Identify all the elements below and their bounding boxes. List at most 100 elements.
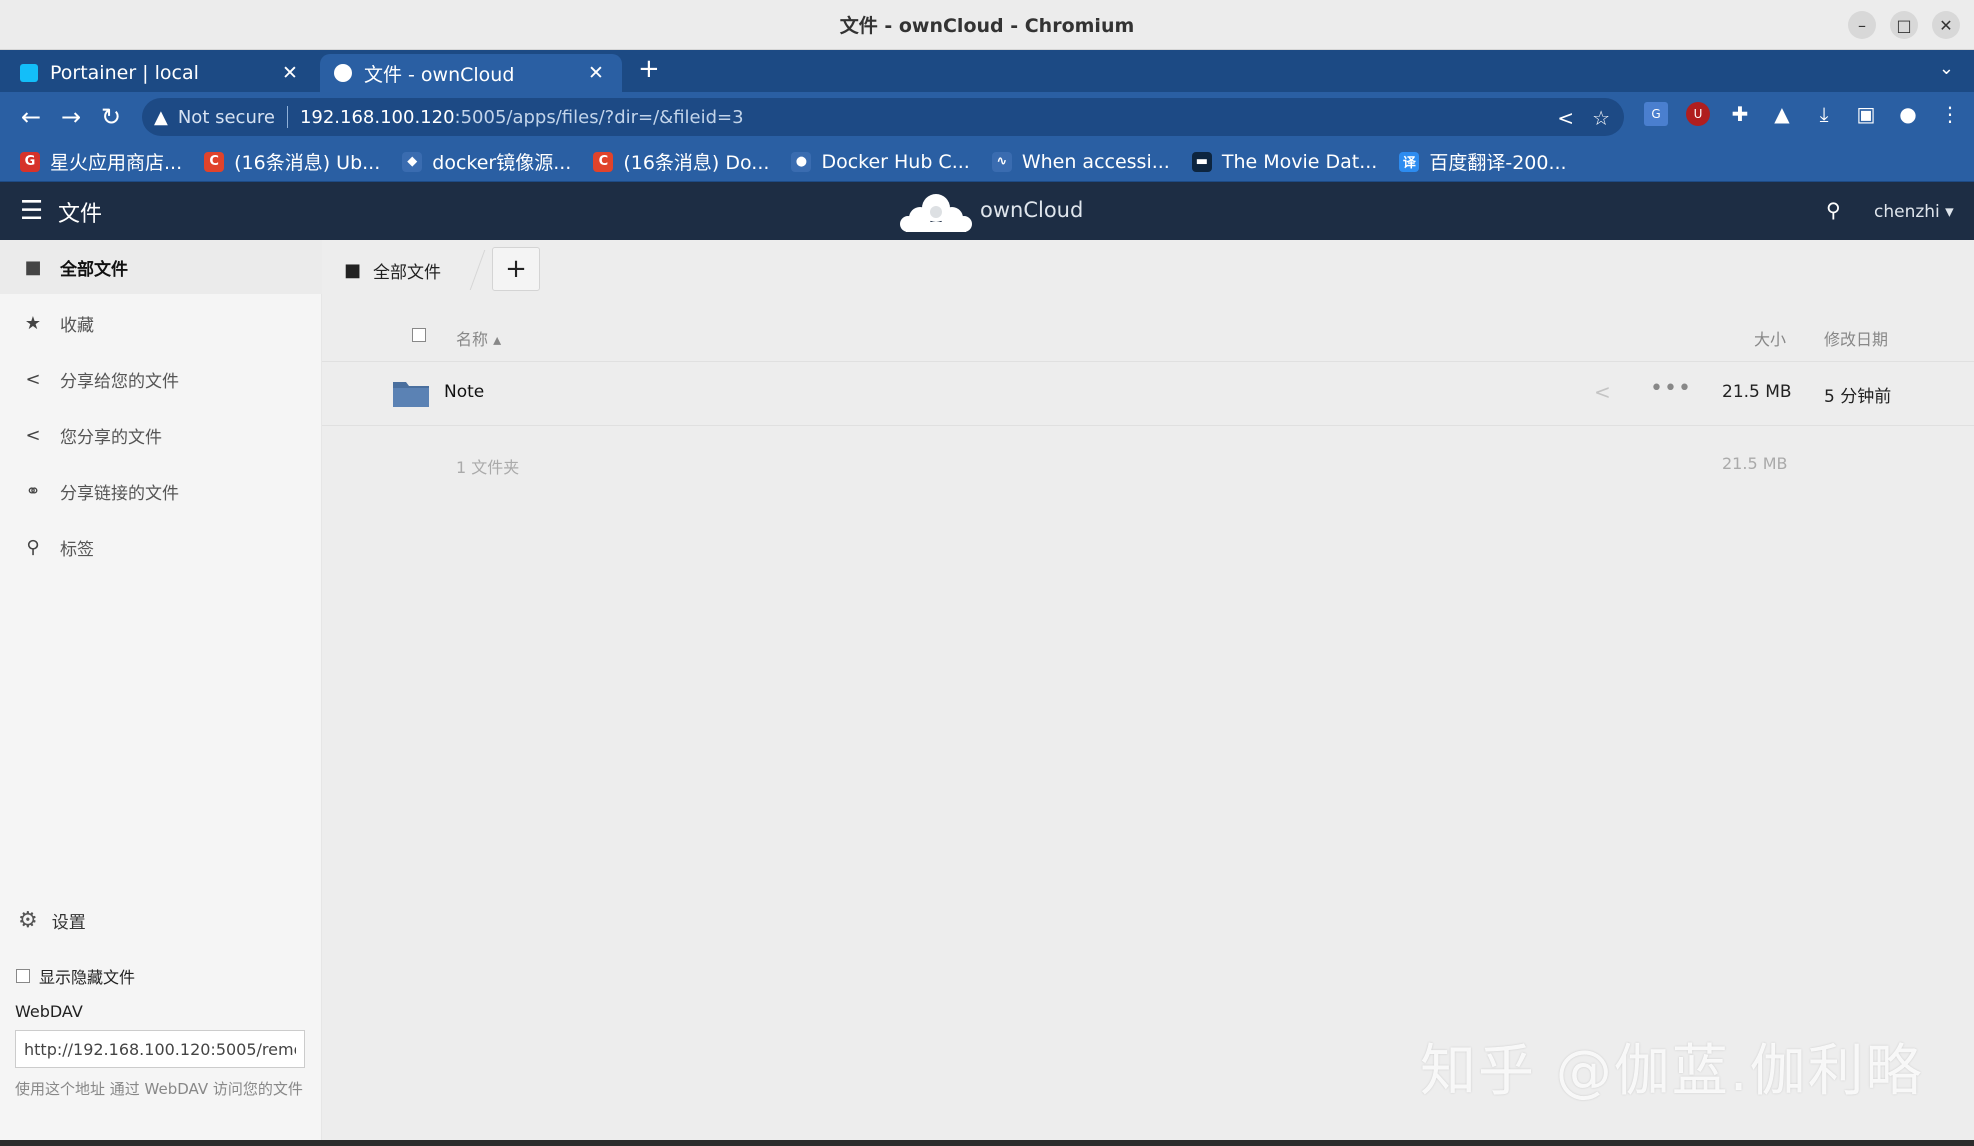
bookmark-icon: ◆ bbox=[402, 151, 423, 172]
bookmark-icon: G bbox=[20, 151, 40, 172]
sidebar: ■ 全部文件 ★ 收藏 < 分享给您的文件 < 您分享的文件 ⚭ 分享链接的文件… bbox=[0, 240, 322, 1140]
warning-icon[interactable]: ▲ bbox=[154, 107, 168, 128]
app-name[interactable]: 文件 bbox=[58, 196, 102, 228]
bookmark-item[interactable]: ▬ The Movie Dat... bbox=[1191, 150, 1378, 173]
bookmark-icon: C bbox=[593, 151, 614, 172]
folder-icon bbox=[393, 382, 429, 407]
link-icon: ⚭ bbox=[25, 480, 41, 502]
owncloud-logo-icon bbox=[900, 194, 972, 232]
show-hidden-checkbox[interactable] bbox=[16, 969, 30, 983]
file-name[interactable]: Note bbox=[444, 382, 484, 402]
settings-label: 设置 bbox=[51, 913, 86, 933]
add-new-button[interactable]: + bbox=[492, 247, 540, 291]
sidebar-item-tags[interactable]: ⚲ 标签 bbox=[0, 520, 322, 574]
bookmark-item[interactable]: C (16条消息) Do... bbox=[593, 148, 769, 175]
close-window-button[interactable]: ✕ bbox=[1932, 11, 1960, 39]
tab-strip: Portainer | local ✕ 文件 - ownCloud ✕ bbox=[0, 50, 1974, 92]
address-bar[interactable]: ▲ Not secure 192.168.100.120:5005/apps/f… bbox=[142, 98, 1624, 136]
tab-owncloud[interactable]: 文件 - ownCloud ✕ bbox=[320, 54, 622, 92]
user-menu[interactable]: chenzhi ▾ bbox=[1874, 202, 1954, 222]
bookmark-item[interactable]: C (16条消息) Ub... bbox=[204, 148, 380, 175]
bookmark-label: 百度翻译-200... bbox=[1429, 152, 1567, 174]
show-hidden-label: 显示隐藏文件 bbox=[39, 968, 136, 987]
forward-button[interactable]: → bbox=[56, 102, 86, 132]
omnibox-actions: < ☆ bbox=[1557, 106, 1610, 130]
bookmark-icon: C bbox=[204, 151, 225, 172]
portainer-favicon-icon bbox=[20, 64, 38, 82]
webdav-url-field[interactable] bbox=[15, 1030, 305, 1068]
url-path: :5005/apps/files/?dir=/&fileid=3 bbox=[454, 106, 744, 128]
table-header: 名称 ▴ 大小 修改日期 bbox=[322, 312, 1974, 362]
bookmark-label: The Movie Dat... bbox=[1221, 150, 1378, 173]
column-name-header[interactable]: 名称 ▴ bbox=[456, 326, 501, 350]
minimize-button[interactable]: – bbox=[1848, 11, 1876, 39]
sidebar-item-shared-with-others[interactable]: < 您分享的文件 bbox=[0, 408, 322, 462]
share-icon[interactable]: < bbox=[1557, 106, 1574, 130]
sidebar-item-shared-with-you[interactable]: < 分享给您的文件 bbox=[0, 352, 322, 406]
bookmark-star-icon[interactable]: ☆ bbox=[1592, 106, 1610, 130]
bookmarks-bar: G 星火应用商店... C (16条消息) Ub... ◆ docker镜像源... … bbox=[0, 142, 1974, 182]
file-list-area: ■ 全部文件 + 名称 ▴ 大小 修改日期 Note < ••• 21.5 MB… bbox=[322, 240, 1974, 1140]
table-row[interactable]: Note < ••• 21.5 MB 5 分钟前 bbox=[322, 362, 1974, 426]
summary-count: 1 文件夹 bbox=[456, 458, 520, 477]
webdav-hint: 使用这个地址 通过 WebDAV 访问您的文件 bbox=[15, 1080, 303, 1098]
bookmark-item[interactable]: G 星火应用商店... bbox=[20, 148, 182, 175]
more-actions-icon[interactable]: ••• bbox=[1650, 376, 1692, 401]
bookmark-label: (16条消息) Do... bbox=[623, 152, 770, 174]
translate-icon[interactable]: G bbox=[1644, 102, 1668, 126]
bookmark-icon: ∿ bbox=[991, 151, 1012, 172]
address-separator bbox=[286, 106, 288, 128]
new-tab-button[interactable]: + bbox=[638, 54, 660, 84]
maximize-button[interactable]: □ bbox=[1890, 11, 1918, 39]
bookmark-item[interactable]: ● Docker Hub C... bbox=[791, 150, 970, 173]
bookmark-label: When accessi... bbox=[1021, 150, 1170, 173]
brand-name: ownCloud bbox=[980, 198, 1084, 222]
sidebar-item-label: 收藏 bbox=[60, 315, 94, 336]
sidebar-item-favorites[interactable]: ★ 收藏 bbox=[0, 296, 322, 350]
close-tab-icon[interactable]: ✕ bbox=[278, 62, 302, 84]
watermark: 知乎 @伽蓝.伽利略 bbox=[1420, 1039, 1924, 1104]
search-icon[interactable]: ⚲ bbox=[1826, 198, 1841, 222]
column-date-header[interactable]: 修改日期 bbox=[1824, 326, 1888, 350]
bookmark-item[interactable]: 译百度翻译-200... bbox=[1399, 148, 1567, 175]
tab-search-icon[interactable]: ⌄ bbox=[1939, 58, 1954, 79]
tag-search-icon: ⚲ bbox=[26, 536, 40, 558]
bookmark-item[interactable]: ◆ docker镜像源... bbox=[402, 148, 571, 175]
ublock-icon[interactable]: U bbox=[1686, 102, 1710, 126]
file-size: 21.5 MB bbox=[1722, 382, 1792, 402]
profile-icon[interactable]: ● bbox=[1896, 102, 1920, 126]
flask-icon[interactable]: ▲ bbox=[1770, 102, 1794, 126]
browser-menu-icon[interactable]: ⋮ bbox=[1938, 102, 1962, 126]
star-icon: ★ bbox=[24, 312, 42, 334]
bookmark-label: Docker Hub C... bbox=[821, 150, 970, 173]
sidebar-item-all-files[interactable]: ■ 全部文件 bbox=[0, 240, 322, 294]
sidebar-item-label: 分享给您的文件 bbox=[60, 371, 179, 392]
tab-portainer[interactable]: Portainer | local ✕ bbox=[6, 54, 316, 92]
gear-icon: ⚙ bbox=[18, 908, 38, 933]
sidebar-item-shared-by-link[interactable]: ⚭ 分享链接的文件 bbox=[0, 464, 322, 518]
share-icon[interactable]: < bbox=[1594, 380, 1611, 404]
share-icon: < bbox=[25, 424, 41, 446]
back-button[interactable]: ← bbox=[16, 102, 46, 132]
bookmark-label: 星火应用商店... bbox=[50, 152, 183, 174]
bookmark-label: docker镜像源... bbox=[432, 152, 572, 174]
show-hidden-files[interactable]: 显示隐藏文件 bbox=[16, 964, 135, 988]
not-secure-label[interactable]: Not secure bbox=[178, 107, 275, 128]
settings-button[interactable]: ⚙ 设置 bbox=[18, 908, 86, 933]
breadcrumb-home[interactable]: ■ 全部文件 bbox=[344, 258, 441, 283]
download-icon[interactable]: ⤓ bbox=[1812, 102, 1836, 126]
reload-button[interactable]: ↻ bbox=[96, 102, 126, 132]
breadcrumb-separator bbox=[450, 250, 486, 290]
select-all-checkbox[interactable] bbox=[412, 328, 426, 342]
column-size-header[interactable]: 大小 bbox=[1754, 326, 1786, 350]
window-controls: – □ ✕ bbox=[1848, 11, 1960, 39]
extensions-puzzle-icon[interactable]: ✚ bbox=[1728, 102, 1752, 126]
bookmark-item[interactable]: ∿ When accessi... bbox=[991, 150, 1170, 173]
owncloud-header: ☰ 文件 ownCloud ⚲ chenzhi ▾ bbox=[0, 182, 1974, 240]
side-panel-icon[interactable]: ▣ bbox=[1854, 102, 1878, 126]
close-tab-icon[interactable]: ✕ bbox=[584, 62, 608, 84]
breadcrumb-bar: ■ 全部文件 + bbox=[322, 240, 1974, 298]
file-modified-date: 5 分钟前 bbox=[1824, 387, 1892, 407]
sidebar-item-label: 您分享的文件 bbox=[60, 427, 162, 448]
hamburger-menu-icon[interactable]: ☰ bbox=[20, 196, 43, 226]
